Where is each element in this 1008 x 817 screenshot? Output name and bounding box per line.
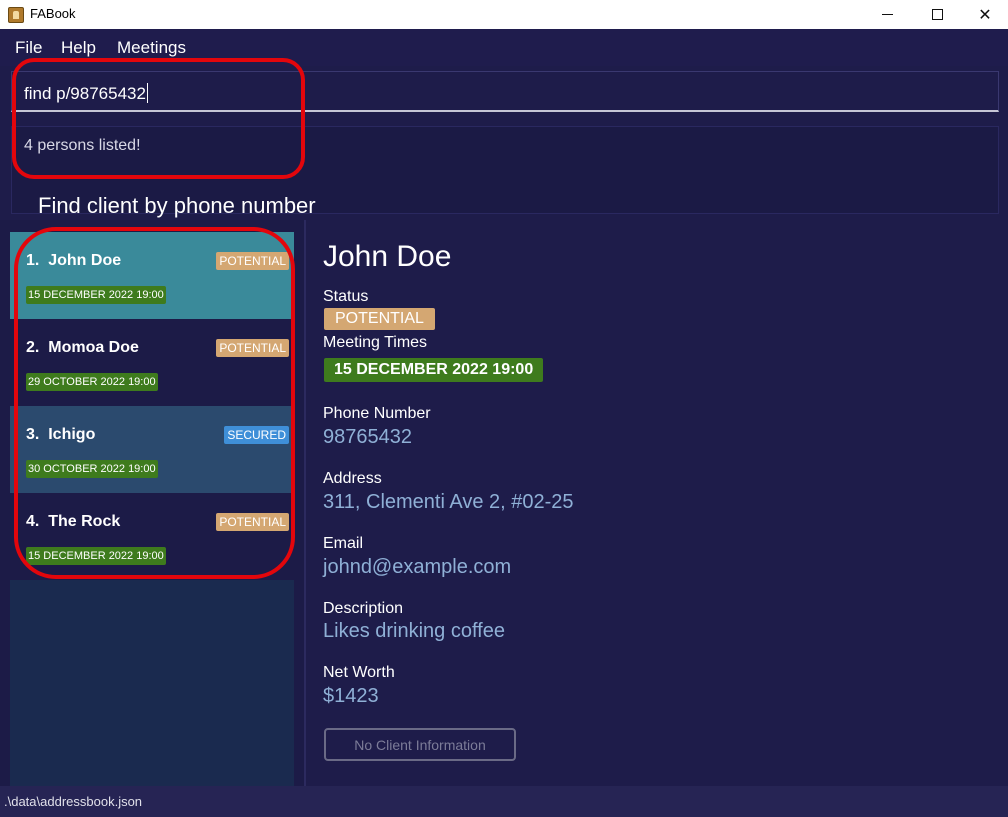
status-bar: .\data\addressbook.json <box>0 786 1008 817</box>
maximize-icon <box>931 9 943 20</box>
minimize-button[interactable] <box>864 0 910 29</box>
networth-value: $1423 <box>323 685 379 707</box>
description-value: Likes drinking coffee <box>323 620 505 642</box>
email-label: Email <box>323 535 364 552</box>
title-bar: FABook ✕ <box>0 0 1008 29</box>
maximize-button[interactable] <box>914 0 960 29</box>
minimize-icon <box>881 14 893 15</box>
email-value: johnd@example.com <box>323 556 512 578</box>
phone-value: 98765432 <box>323 426 412 448</box>
annotation-highlight-command <box>12 58 305 179</box>
menu-file[interactable]: File <box>15 38 42 58</box>
window-title: FABook <box>30 6 76 21</box>
annotation-highlight-list <box>14 227 295 579</box>
detail-name: John Doe <box>323 240 452 273</box>
detail-meeting-badge: 15 DECEMBER 2022 19:00 <box>324 358 544 382</box>
address-value: 311, Clementi Ave 2, #02-25 <box>323 491 574 513</box>
detail-status-badge: POTENTIAL <box>324 308 435 330</box>
app-icon <box>8 7 24 23</box>
menu-help[interactable]: Help <box>61 38 96 58</box>
close-button[interactable]: ✕ <box>962 0 1008 29</box>
close-icon: ✕ <box>978 6 992 24</box>
annotation-label: Find client by phone number <box>38 193 316 218</box>
status-label: Status <box>323 288 369 305</box>
networth-label: Net Worth <box>323 664 395 681</box>
no-client-info-button[interactable]: No Client Information <box>324 728 516 761</box>
address-label: Address <box>323 470 382 487</box>
menu-meetings[interactable]: Meetings <box>117 38 186 58</box>
person-detail-panel: John Doe Status POTENTIAL Meeting Times … <box>308 220 1008 786</box>
phone-label: Phone Number <box>323 405 431 422</box>
storage-path: .\data\addressbook.json <box>4 794 143 809</box>
meeting-label: Meeting Times <box>323 334 428 351</box>
description-label: Description <box>323 600 404 617</box>
